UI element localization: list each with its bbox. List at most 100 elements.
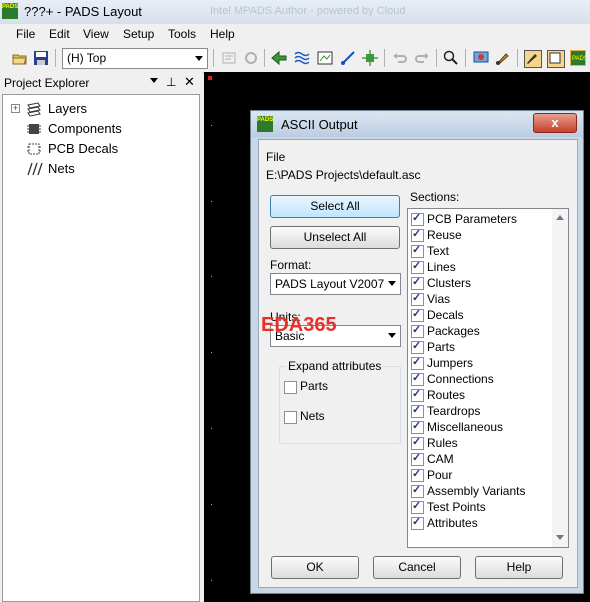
dialog-title-bar: PADS ASCII Output x	[251, 111, 583, 137]
section-item[interactable]: Pour	[411, 467, 551, 483]
menu-view[interactable]: View	[83, 27, 109, 41]
component-placement-icon[interactable]	[362, 50, 378, 66]
section-item[interactable]: Jumpers	[411, 355, 551, 371]
menu-setup[interactable]: Setup	[123, 27, 154, 41]
section-item[interactable]: CAM	[411, 451, 551, 467]
select-all-button[interactable]: Select All	[270, 195, 400, 218]
tree-item-layers[interactable]: + Layers	[11, 100, 191, 118]
section-checkbox[interactable]	[411, 483, 424, 498]
section-item[interactable]: Miscellaneous	[411, 419, 551, 435]
section-item[interactable]: Parts	[411, 339, 551, 355]
section-checkbox[interactable]	[411, 259, 424, 274]
sections-scrollbar[interactable]	[552, 209, 568, 547]
cancel-button[interactable]: Cancel	[373, 556, 461, 579]
open-folder-icon[interactable]	[12, 50, 28, 66]
menu-edit[interactable]: Edit	[49, 27, 70, 41]
section-checkbox[interactable]	[411, 515, 424, 530]
expand-nets-label: Nets	[300, 409, 325, 423]
tree-item-components[interactable]: Components	[11, 120, 191, 138]
pads-logo-icon[interactable]: PADS	[570, 50, 588, 66]
pcb-decals-icon	[25, 141, 43, 157]
menu-help[interactable]: Help	[210, 27, 235, 41]
section-checkbox[interactable]	[411, 291, 424, 306]
nets-icon	[25, 161, 43, 177]
brush-icon[interactable]	[495, 50, 511, 66]
expand-icon[interactable]: +	[11, 104, 20, 113]
format-select[interactable]: PADS Layout V2007	[270, 273, 401, 295]
section-item[interactable]: Connections	[411, 371, 551, 387]
add-route-icon[interactable]	[340, 50, 356, 66]
menu-file[interactable]: File	[16, 27, 35, 41]
section-item[interactable]: Clusters	[411, 275, 551, 291]
dropdown-arrow-icon[interactable]	[150, 78, 158, 83]
section-item[interactable]: Vias	[411, 291, 551, 307]
tree-item-pcb-decals[interactable]: PCB Decals	[11, 140, 191, 158]
format-label: Format:	[270, 258, 312, 272]
ascii-output-dialog: PADS ASCII Output x File E:\PADS Project…	[250, 110, 584, 594]
menu-bar: File Edit View Setup Tools Help	[0, 24, 590, 44]
expand-nets-checkbox[interactable]	[284, 411, 297, 424]
chevron-down-icon	[388, 333, 396, 338]
undo-icon	[392, 50, 408, 66]
section-item[interactable]: Test Points	[411, 499, 551, 515]
chevron-down-icon	[388, 281, 396, 286]
section-item[interactable]: Attributes	[411, 515, 551, 531]
route-arrow-icon[interactable]	[271, 50, 287, 66]
expand-parts-label: Parts	[300, 379, 329, 393]
section-item[interactable]: Lines	[411, 259, 551, 275]
section-checkbox[interactable]	[411, 243, 424, 258]
sections-label: Sections:	[410, 190, 460, 204]
ok-button[interactable]: OK	[271, 556, 359, 579]
section-checkbox[interactable]	[411, 323, 424, 338]
section-item[interactable]: Routes	[411, 387, 551, 403]
section-checkbox[interactable]	[411, 419, 424, 434]
help-button[interactable]: Help	[475, 556, 563, 579]
section-checkbox[interactable]	[411, 451, 424, 466]
zoom-icon[interactable]	[443, 50, 459, 66]
section-item[interactable]: Assembly Variants	[411, 483, 551, 499]
layer-select[interactable]: (H) Top	[62, 48, 208, 69]
section-checkbox[interactable]	[411, 403, 424, 418]
section-checkbox[interactable]	[411, 371, 424, 386]
sections-list[interactable]: PCB Parameters Reuse Text Lines Clusters…	[407, 208, 569, 548]
pour-icon[interactable]	[294, 50, 310, 66]
expand-parts-checkbox[interactable]	[284, 381, 297, 394]
close-icon[interactable]: ✕	[184, 74, 195, 90]
menu-tools[interactable]: Tools	[168, 27, 196, 41]
section-checkbox[interactable]	[411, 339, 424, 354]
watermark-text: EDA365	[261, 314, 337, 336]
save-icon[interactable]	[33, 50, 49, 66]
view-monitor-icon[interactable]	[473, 50, 489, 66]
section-checkbox[interactable]	[411, 387, 424, 402]
edit-mode-icon[interactable]	[524, 50, 542, 68]
chevron-down-icon	[195, 56, 203, 61]
pin-icon[interactable]: ⊥	[166, 75, 176, 89]
scroll-up-icon[interactable]	[556, 215, 564, 220]
section-item[interactable]: Decals	[411, 307, 551, 323]
section-checkbox[interactable]	[411, 211, 424, 226]
section-checkbox[interactable]	[411, 467, 424, 482]
explorer-tree: + Layers Components PCB Decals Nets	[2, 94, 200, 602]
section-item[interactable]: PCB Parameters	[411, 211, 551, 227]
section-item[interactable]: Packages	[411, 323, 551, 339]
toolbar: (H) Top PADS	[0, 45, 590, 73]
window-title-ghost: Intel MPADS Author - powered by Cloud	[210, 5, 406, 17]
scroll-down-icon[interactable]	[556, 535, 564, 540]
svg-text:PADS: PADS	[572, 56, 586, 62]
drafting-icon[interactable]	[317, 50, 333, 66]
section-item[interactable]: Text	[411, 243, 551, 259]
section-checkbox[interactable]	[411, 307, 424, 322]
close-button[interactable]: x	[533, 113, 577, 133]
tree-item-nets[interactable]: Nets	[11, 160, 191, 178]
section-checkbox[interactable]	[411, 275, 424, 290]
section-item[interactable]: Rules	[411, 435, 551, 451]
dialog-body: File E:\PADS Projects\default.asc Sectio…	[258, 139, 578, 588]
section-checkbox[interactable]	[411, 227, 424, 242]
design-mode-icon[interactable]	[547, 50, 565, 68]
section-checkbox[interactable]	[411, 499, 424, 514]
unselect-all-button[interactable]: Unselect All	[270, 226, 400, 249]
section-item[interactable]: Reuse	[411, 227, 551, 243]
section-checkbox[interactable]	[411, 355, 424, 370]
section-item[interactable]: Teardrops	[411, 403, 551, 419]
section-checkbox[interactable]	[411, 435, 424, 450]
